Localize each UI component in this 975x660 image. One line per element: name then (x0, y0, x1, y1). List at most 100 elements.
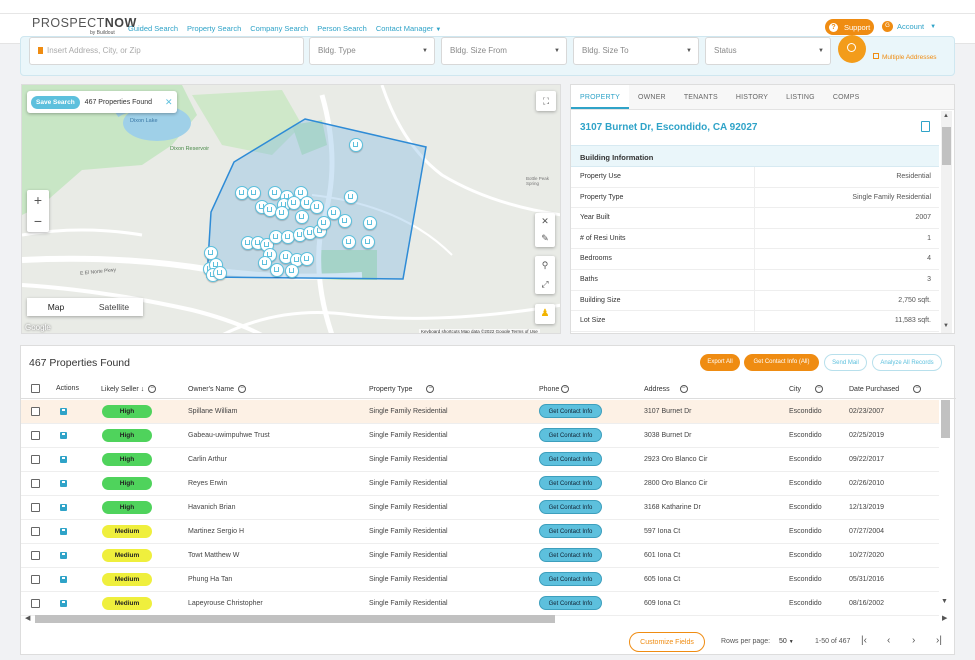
save-icon[interactable] (60, 600, 67, 607)
table-row[interactable]: Medium Phung Ha Tan Single Family Resident… (21, 568, 939, 592)
nav-company-search[interactable]: Company Search (250, 24, 308, 33)
table-row[interactable]: High Carlin Arthur Single Family Residenti… (21, 448, 939, 472)
save-icon[interactable] (60, 480, 67, 487)
property-marker-icon[interactable] (344, 190, 358, 204)
bldg-size-to-select[interactable]: Bldg. Size To ▼ (573, 37, 699, 65)
owner-name[interactable]: Spillane William (188, 408, 237, 415)
rows-per-page-select[interactable]: 50 ▼ (779, 638, 794, 645)
address[interactable]: 2923 Oro Blanco Cir (644, 456, 707, 463)
prev-page-icon[interactable]: ‹ (887, 635, 890, 646)
tab-owner[interactable]: OWNER (629, 85, 675, 109)
col-likely-seller[interactable]: Likely Seller ↓ − (101, 385, 157, 393)
location-pin-icon[interactable]: ⚲ (535, 256, 555, 275)
owner-name[interactable]: Lapeyrouse Christopher (188, 600, 263, 607)
address[interactable]: 605 Iona Ct (644, 576, 680, 583)
draw-shape-icon[interactable]: ✎ (535, 230, 555, 247)
expand-icon[interactable]: ⤢ (535, 275, 555, 294)
scroll-left-icon[interactable]: ◀ (25, 614, 30, 622)
detail-scrollbar[interactable]: ▲ ▼ (941, 111, 952, 333)
save-icon[interactable] (60, 576, 67, 583)
map-panel[interactable]: Dixon Reservoir Dixon Lake E El Norte Pk… (21, 84, 561, 334)
row-checkbox[interactable] (31, 551, 40, 560)
table-row[interactable]: High Spillane William Single Family Reside… (21, 400, 939, 424)
scroll-up-icon[interactable]: ▲ (943, 113, 949, 119)
row-checkbox[interactable] (31, 455, 40, 464)
owner-name[interactable]: Havanich Brian (188, 504, 235, 511)
address[interactable]: 609 Iona Ct (644, 600, 680, 607)
save-icon[interactable] (60, 504, 67, 511)
search-button[interactable] (838, 35, 866, 63)
property-marker-icon[interactable] (270, 263, 284, 277)
address[interactable]: 601 Iona Ct (644, 552, 680, 559)
scroll-down-icon[interactable]: ▼ (943, 323, 949, 329)
multiple-addresses-link[interactable]: Multiple Addresses (873, 53, 937, 61)
owner-name[interactable]: Reyes Erwin (188, 480, 227, 487)
col-address[interactable]: Address − (644, 385, 688, 393)
tab-comps[interactable]: COMPS (824, 85, 869, 109)
tab-listing[interactable]: LISTING (777, 85, 824, 109)
save-icon[interactable] (60, 408, 67, 415)
address-input[interactable]: Insert Address, City, or Zip (29, 37, 304, 65)
row-checkbox[interactable] (31, 575, 40, 584)
get-contact-info-button[interactable]: Get Contact Info (539, 548, 602, 562)
column-menu-icon[interactable]: − (238, 385, 247, 393)
row-checkbox[interactable] (31, 527, 40, 536)
col-property-type[interactable]: Property Type − (369, 385, 435, 393)
scroll-right-icon[interactable]: ▶ (942, 614, 947, 622)
zoom-out-button[interactable]: − (27, 211, 49, 232)
support-button[interactable]: ? Support (825, 19, 874, 35)
get-contact-info-button[interactable]: Get Contact Info (539, 404, 602, 418)
tab-tenants[interactable]: TENANTS (675, 85, 727, 109)
property-marker-icon[interactable] (247, 186, 261, 200)
col-date-purchased[interactable]: Date Purchased − (849, 385, 922, 393)
account-menu[interactable]: G Account ▼ (882, 21, 936, 32)
table-row[interactable]: Medium Martinez Sergio H Single Family Res… (21, 520, 939, 544)
table-row[interactable]: Medium Lapeyrouse Christopher Single Famil… (21, 592, 939, 616)
property-marker-icon[interactable] (349, 138, 363, 152)
row-checkbox[interactable] (31, 503, 40, 512)
col-city[interactable]: City − (789, 385, 824, 393)
send-mail-button[interactable]: Send Mail (824, 354, 867, 371)
horizontal-scrollbar[interactable]: ◀ ▶ (21, 614, 956, 624)
owner-name[interactable]: Martinez Sergio H (188, 528, 244, 535)
first-page-icon[interactable]: |‹ (861, 635, 867, 646)
analyze-all-records-button[interactable]: Analyze All Records (872, 354, 942, 371)
address[interactable]: 3107 Burnet Dr (644, 408, 691, 415)
col-owner-name[interactable]: Owner's Name − (188, 385, 247, 393)
get-contact-info-button[interactable]: Get Contact Info (539, 500, 602, 514)
bldg-type-select[interactable]: Bldg. Type ▼ (309, 37, 435, 65)
row-checkbox[interactable] (31, 431, 40, 440)
owner-name[interactable]: Phung Ha Tan (188, 576, 232, 583)
property-marker-icon[interactable] (363, 216, 377, 230)
owner-name[interactable]: Gabeau-uwimpuhwe Trust (188, 432, 270, 439)
address[interactable]: 597 Iona Ct (644, 528, 680, 535)
select-all-checkbox[interactable] (31, 384, 40, 393)
street-view-pegman-icon[interactable]: ♟ (535, 304, 555, 324)
scroll-down-icon[interactable]: ▼ (941, 598, 948, 605)
address[interactable]: 2800 Oro Blanco Cir (644, 480, 707, 487)
next-page-icon[interactable]: › (912, 635, 915, 646)
map-type-satellite[interactable]: Satellite (85, 298, 143, 316)
property-marker-icon[interactable] (338, 214, 352, 228)
customize-fields-button[interactable]: Customize Fields (629, 632, 705, 652)
property-marker-icon[interactable] (275, 206, 289, 220)
logo[interactable]: PROSPECTNOW (32, 16, 137, 30)
column-menu-icon[interactable]: − (815, 385, 824, 393)
row-checkbox[interactable] (31, 599, 40, 608)
fullscreen-icon[interactable]: ⛶ (536, 91, 556, 111)
table-scrollbar[interactable]: ▼ (940, 400, 951, 612)
scroll-thumb[interactable] (35, 615, 555, 623)
get-contact-info-button[interactable]: Get Contact Info (539, 572, 602, 586)
nav-guided-search[interactable]: Guided Search (128, 24, 178, 33)
save-search-button[interactable]: Save Search (31, 95, 80, 109)
address[interactable]: 3038 Burnet Dr (644, 432, 691, 439)
copy-icon[interactable] (921, 121, 930, 132)
save-icon[interactable] (60, 432, 67, 439)
property-marker-icon[interactable] (300, 252, 314, 266)
property-marker-icon[interactable] (295, 210, 309, 224)
save-icon[interactable] (60, 552, 67, 559)
tab-history[interactable]: HISTORY (727, 85, 777, 109)
table-row[interactable]: High Gabeau-uwimpuhwe Trust Single Family … (21, 424, 939, 448)
table-row[interactable]: High Reyes Erwin Single Family Residential… (21, 472, 939, 496)
column-menu-icon[interactable]: − (561, 385, 570, 393)
